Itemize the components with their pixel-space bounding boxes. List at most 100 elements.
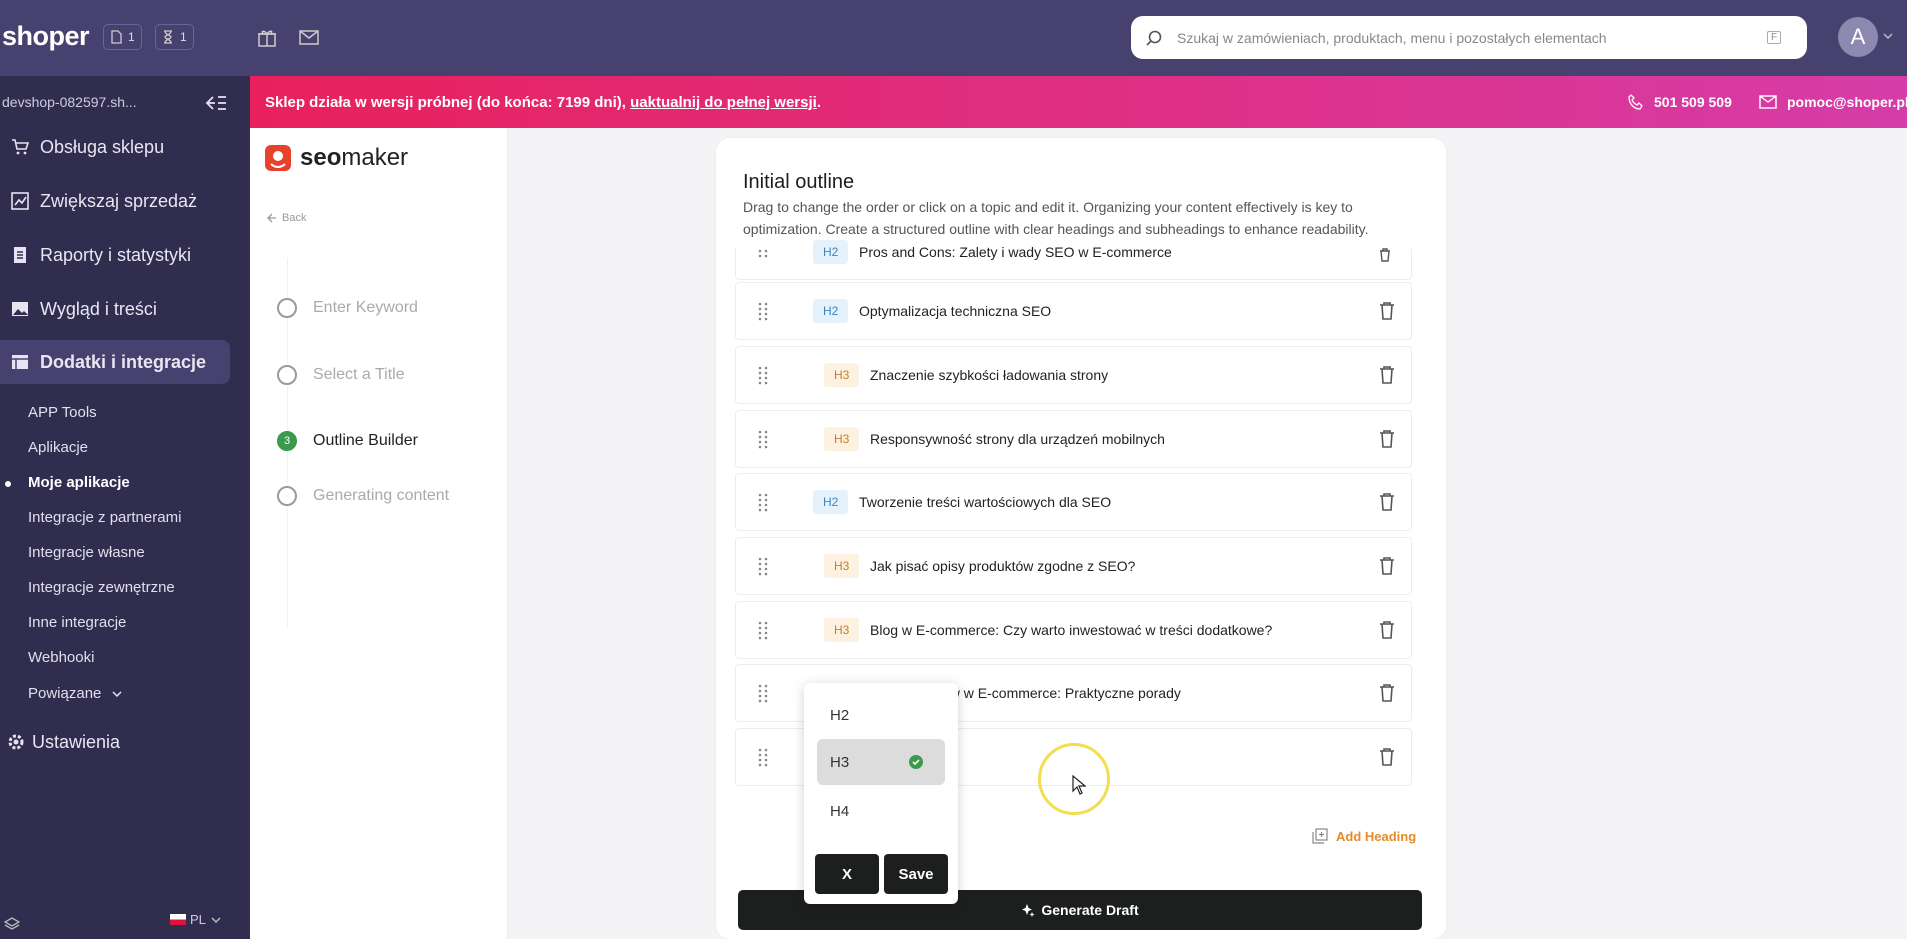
outline-row[interactable]: H2 Tworzenie treści wartościowych dla SE… bbox=[735, 473, 1412, 531]
sub-app-tools[interactable]: APP Tools bbox=[28, 404, 97, 421]
trash-icon[interactable] bbox=[1378, 301, 1396, 321]
nav-zwiekszaj-sprzedaz[interactable]: Zwiększaj sprzedaż bbox=[0, 179, 230, 223]
heading-text[interactable]: Znaczenie szybkości ładowania strony bbox=[870, 367, 1108, 383]
seomaker-logo[interactable]: seomaker bbox=[264, 144, 408, 172]
search-shortcut-key: F bbox=[1767, 31, 1782, 44]
nav-ustawienia[interactable]: Ustawienia bbox=[0, 720, 230, 764]
nav-label: Raporty i statystyki bbox=[40, 244, 192, 265]
cart-icon bbox=[12, 139, 29, 155]
heading-text[interactable]: Tworzenie treści wartościowych dla SEO bbox=[859, 494, 1111, 510]
heading-level-tag[interactable]: H3 bbox=[824, 363, 860, 387]
back-button[interactable]: Back bbox=[266, 212, 306, 224]
sub-aplikacje[interactable]: Aplikacje bbox=[28, 439, 88, 456]
nav-raporty[interactable]: Raporty i statystyki bbox=[0, 233, 230, 277]
step-enter-keyword[interactable]: Enter Keyword bbox=[277, 298, 418, 318]
puzzle-icon bbox=[12, 355, 28, 369]
sub-integracje-wlasne[interactable]: Integracje własne bbox=[28, 544, 145, 561]
save-button[interactable]: Save bbox=[884, 854, 948, 894]
heading-level-tag[interactable]: H2 bbox=[813, 240, 849, 264]
step-select-title[interactable]: Select a Title bbox=[277, 365, 405, 385]
shop-name[interactable]: devshop-082597.sh... bbox=[2, 94, 137, 110]
drag-handle-icon[interactable] bbox=[757, 620, 769, 640]
sub-powiazane[interactable]: Powiązane bbox=[28, 685, 123, 702]
shoper-logo[interactable]: shoper bbox=[2, 21, 90, 52]
trash-icon[interactable] bbox=[1378, 365, 1396, 385]
support-phone[interactable]: 501 509 509 bbox=[1628, 94, 1732, 110]
upgrade-link[interactable]: uaktualnij do pełnej wersji bbox=[630, 94, 817, 111]
mail-icon[interactable] bbox=[298, 26, 320, 48]
heading-text[interactable]: ków w E-commerce: Praktyczne porady bbox=[935, 685, 1181, 701]
trash-icon[interactable] bbox=[1378, 747, 1396, 767]
trash-icon[interactable] bbox=[1378, 492, 1396, 512]
pending-badge[interactable]: 1 bbox=[155, 24, 194, 50]
step-label: Outline Builder bbox=[313, 432, 418, 449]
heading-level-tag[interactable]: H2 bbox=[813, 490, 849, 514]
option-h2[interactable]: H2 bbox=[817, 692, 945, 738]
support-email[interactable]: pomoc@shoper.pl bbox=[1759, 94, 1907, 110]
nav-dodatki-i-integracje[interactable]: Dodatki i integracje bbox=[0, 340, 230, 384]
drag-handle-icon[interactable] bbox=[757, 747, 769, 767]
drag-handle-icon[interactable] bbox=[757, 556, 769, 576]
orders-badge[interactable]: 1 bbox=[103, 24, 142, 50]
step-number: 3 bbox=[277, 431, 297, 451]
sub-moje-aplikacje[interactable]: Moje aplikacje bbox=[28, 474, 130, 491]
cancel-button[interactable]: X bbox=[815, 854, 879, 894]
outline-row[interactable]: H2 Pros and Cons: Zalety i wady SEO w E-… bbox=[735, 240, 1412, 280]
outline-row[interactable]: H3 Responsywność strony dla urządzeń mob… bbox=[735, 410, 1412, 468]
heading-text[interactable]: Jak pisać opisy produktów zgodne z SEO? bbox=[870, 558, 1135, 574]
heading-text[interactable]: Blog w E-commerce: Czy warto inwestować … bbox=[870, 622, 1272, 638]
top-bar: shoper 1 1 F A bbox=[0, 0, 1907, 76]
sub-inne-integracje[interactable]: Inne integracje bbox=[28, 614, 126, 631]
collapse-sidebar-icon[interactable] bbox=[204, 94, 228, 112]
nav-obsluga-sklepu[interactable]: Obsługa sklepu bbox=[0, 125, 230, 169]
heading-level-tag[interactable]: H3 bbox=[824, 554, 860, 578]
sparkle-icon bbox=[1022, 904, 1035, 917]
add-heading-label: Add Heading bbox=[1336, 828, 1417, 844]
option-h3[interactable]: H3 bbox=[817, 739, 945, 785]
nav-wyglad[interactable]: Wygląd i treści bbox=[0, 287, 230, 331]
outline-description: Drag to change the order or click on a t… bbox=[743, 199, 1369, 237]
gift-icon[interactable] bbox=[256, 26, 278, 48]
outline-row[interactable]: H3 Blog w E-commerce: Czy warto inwestow… bbox=[735, 601, 1412, 659]
sub-integracje-z-partnerami[interactable]: Integracje z partnerami bbox=[28, 509, 181, 526]
outline-row[interactable]: H3 Jak pisać opisy produktów zgodne z SE… bbox=[735, 537, 1412, 595]
heading-level-tag[interactable]: H2 bbox=[813, 299, 849, 323]
step-generating-content[interactable]: Generating content bbox=[277, 486, 449, 506]
gear-icon bbox=[8, 734, 24, 750]
language-selector[interactable]: PL bbox=[170, 912, 222, 927]
option-label: H3 bbox=[830, 753, 850, 771]
drag-handle-icon[interactable] bbox=[757, 365, 769, 385]
trash-icon[interactable] bbox=[1378, 556, 1396, 576]
heading-text[interactable]: Responsywność strony dla urządzeń mobiln… bbox=[870, 431, 1165, 447]
drag-handle-icon[interactable] bbox=[757, 492, 769, 512]
heading-text[interactable]: Optymalizacja techniczna SEO bbox=[859, 303, 1051, 319]
main-area: Initial outline Drag to change the order… bbox=[508, 128, 1907, 939]
trash-icon[interactable] bbox=[1378, 429, 1396, 449]
trial-period-mark: . bbox=[816, 93, 821, 111]
sub-webhooki[interactable]: Webhooki bbox=[28, 649, 94, 666]
chevron-down-icon[interactable] bbox=[1882, 30, 1894, 42]
drag-handle-icon[interactable] bbox=[757, 429, 769, 449]
email-address: pomoc@shoper.pl bbox=[1787, 94, 1907, 110]
trash-icon[interactable] bbox=[1378, 683, 1396, 703]
add-heading-button[interactable]: Add Heading bbox=[1312, 828, 1416, 844]
sub-integracje-zewnetrzne[interactable]: Integracje zewnętrzne bbox=[28, 579, 175, 596]
user-avatar[interactable]: A bbox=[1838, 17, 1878, 57]
outline-row[interactable]: H2 Optymalizacja techniczna SEO bbox=[735, 282, 1412, 340]
step-outline-builder[interactable]: 3 Outline Builder bbox=[277, 431, 418, 451]
trash-icon[interactable] bbox=[1378, 620, 1396, 640]
trash-icon[interactable] bbox=[1378, 248, 1392, 262]
nav-label: Wygląd i treści bbox=[40, 298, 157, 319]
layers-icon[interactable] bbox=[4, 916, 20, 932]
heading-text[interactable]: Pros and Cons: Zalety i wady SEO w E-com… bbox=[859, 244, 1172, 260]
heading-level-tag[interactable]: H3 bbox=[824, 618, 860, 642]
heading-level-tag[interactable]: H3 bbox=[824, 427, 860, 451]
drag-handle-icon[interactable] bbox=[757, 683, 769, 703]
drag-handle-icon[interactable] bbox=[757, 248, 769, 262]
search-input[interactable] bbox=[1177, 29, 1767, 46]
active-dot bbox=[5, 481, 11, 487]
option-h4[interactable]: H4 bbox=[817, 788, 945, 834]
global-search[interactable]: F bbox=[1131, 16, 1807, 59]
drag-handle-icon[interactable] bbox=[757, 301, 769, 321]
outline-row[interactable]: H3 Znaczenie szybkości ładowania strony bbox=[735, 346, 1412, 404]
